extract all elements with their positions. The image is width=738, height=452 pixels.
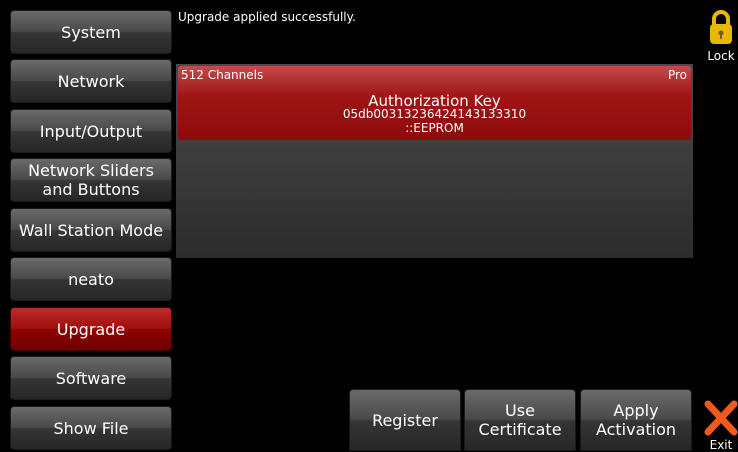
- license-tier: Pro: [667, 68, 687, 82]
- sidebar-item-upgrade[interactable]: Upgrade: [10, 307, 172, 351]
- channel-count: 512 Channels: [181, 68, 264, 82]
- apply-activation-button[interactable]: Apply Activation: [580, 389, 692, 451]
- sidebar-item-wall-station-mode[interactable]: Wall Station Mode: [10, 208, 172, 252]
- sidebar-item-system[interactable]: System: [10, 10, 172, 54]
- sidebar-item-show-file[interactable]: Show File: [10, 406, 172, 450]
- padlock-icon: [710, 10, 732, 44]
- use-certificate-button[interactable]: Use Certificate: [464, 389, 576, 451]
- lock-label: Lock: [707, 49, 735, 63]
- license-card[interactable]: 512 Channels Pro Authorization Key 05db0…: [178, 66, 691, 140]
- exit-label: Exit: [709, 438, 733, 452]
- status-message: Upgrade applied successfully.: [178, 10, 356, 24]
- exit-button[interactable]: Exit: [704, 400, 738, 452]
- sidebar-item-software[interactable]: Software: [10, 356, 172, 400]
- sidebar-item-neato[interactable]: neato: [10, 257, 172, 301]
- sidebar-item-input-output[interactable]: Input/Output: [10, 109, 172, 153]
- authorization-key-source: ::EEPROM: [405, 121, 464, 135]
- sidebar-item-network[interactable]: Network: [10, 59, 172, 103]
- authorization-key-value: 05db00313236424143133310: [342, 107, 527, 121]
- lock-button[interactable]: Lock: [706, 8, 736, 64]
- close-x-icon: [704, 400, 738, 436]
- register-button[interactable]: Register: [349, 389, 461, 451]
- sidebar-item-network-sliders[interactable]: Network Sliders and Buttons: [10, 158, 172, 202]
